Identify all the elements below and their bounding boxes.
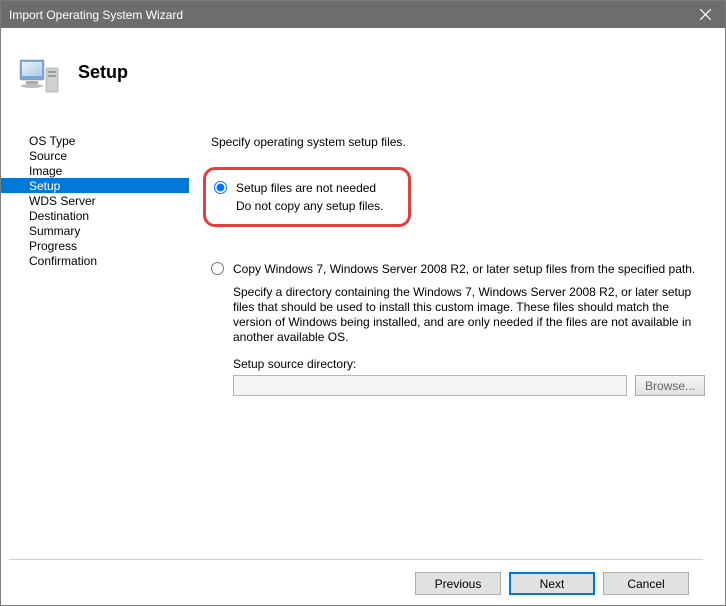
option-copy-body: Copy Windows 7, Windows Server 2008 R2, …: [233, 261, 695, 277]
sidebar-item-setup[interactable]: Setup: [1, 178, 189, 193]
sidebar-item-image[interactable]: Image: [1, 163, 189, 178]
sidebar-item-os-type[interactable]: OS Type: [1, 133, 189, 148]
content-heading: Specify operating system setup files.: [211, 135, 705, 149]
option-copy-row[interactable]: Copy Windows 7, Windows Server 2008 R2, …: [211, 261, 705, 277]
sidebar-item-confirmation[interactable]: Confirmation: [1, 253, 189, 268]
close-button[interactable]: [685, 1, 725, 28]
radio-not-needed[interactable]: [214, 181, 227, 194]
close-icon: [700, 9, 711, 20]
previous-button[interactable]: Previous: [415, 572, 501, 595]
next-button[interactable]: Next: [509, 572, 595, 595]
radio-copy[interactable]: [211, 262, 224, 275]
sidebar-item-summary[interactable]: Summary: [1, 223, 189, 238]
sidebar: OS Type Source Image Setup WDS Server De…: [1, 123, 189, 555]
option-copy-desc: Specify a directory containing the Windo…: [233, 285, 705, 345]
sidebar-item-wds-server[interactable]: WDS Server: [1, 193, 189, 208]
computer-icon: [16, 54, 60, 98]
dir-label: Setup source directory:: [233, 357, 705, 371]
titlebar: Import Operating System Wizard: [1, 1, 725, 28]
highlight-box: Setup files are not needed Do not copy a…: [203, 167, 411, 227]
sidebar-item-source[interactable]: Source: [1, 148, 189, 163]
cancel-button[interactable]: Cancel: [603, 572, 689, 595]
option-not-needed-body: Setup files are not needed Do not copy a…: [236, 180, 383, 214]
header-area: Setup: [1, 28, 725, 123]
window-title: Import Operating System Wizard: [9, 8, 183, 22]
content-area: Specify operating system setup files. Se…: [189, 123, 725, 555]
dir-input[interactable]: [233, 375, 627, 396]
sidebar-item-progress[interactable]: Progress: [1, 238, 189, 253]
option-not-needed-desc: Do not copy any setup files.: [236, 198, 383, 214]
wizard-window: Import Operating System Wizard: [0, 0, 726, 606]
body: OS Type Source Image Setup WDS Server De…: [1, 123, 725, 555]
option-copy-label: Copy Windows 7, Windows Server 2008 R2, …: [233, 261, 695, 277]
option-not-needed-label: Setup files are not needed: [236, 180, 383, 196]
browse-button[interactable]: Browse...: [635, 375, 705, 396]
option-not-needed-row[interactable]: Setup files are not needed Do not copy a…: [214, 180, 383, 214]
sidebar-item-destination[interactable]: Destination: [1, 208, 189, 223]
dir-row: Browse...: [233, 375, 705, 396]
footer-inner: Previous Next Cancel: [9, 559, 703, 595]
footer: Previous Next Cancel: [1, 555, 725, 605]
page-heading: Setup: [78, 62, 128, 83]
